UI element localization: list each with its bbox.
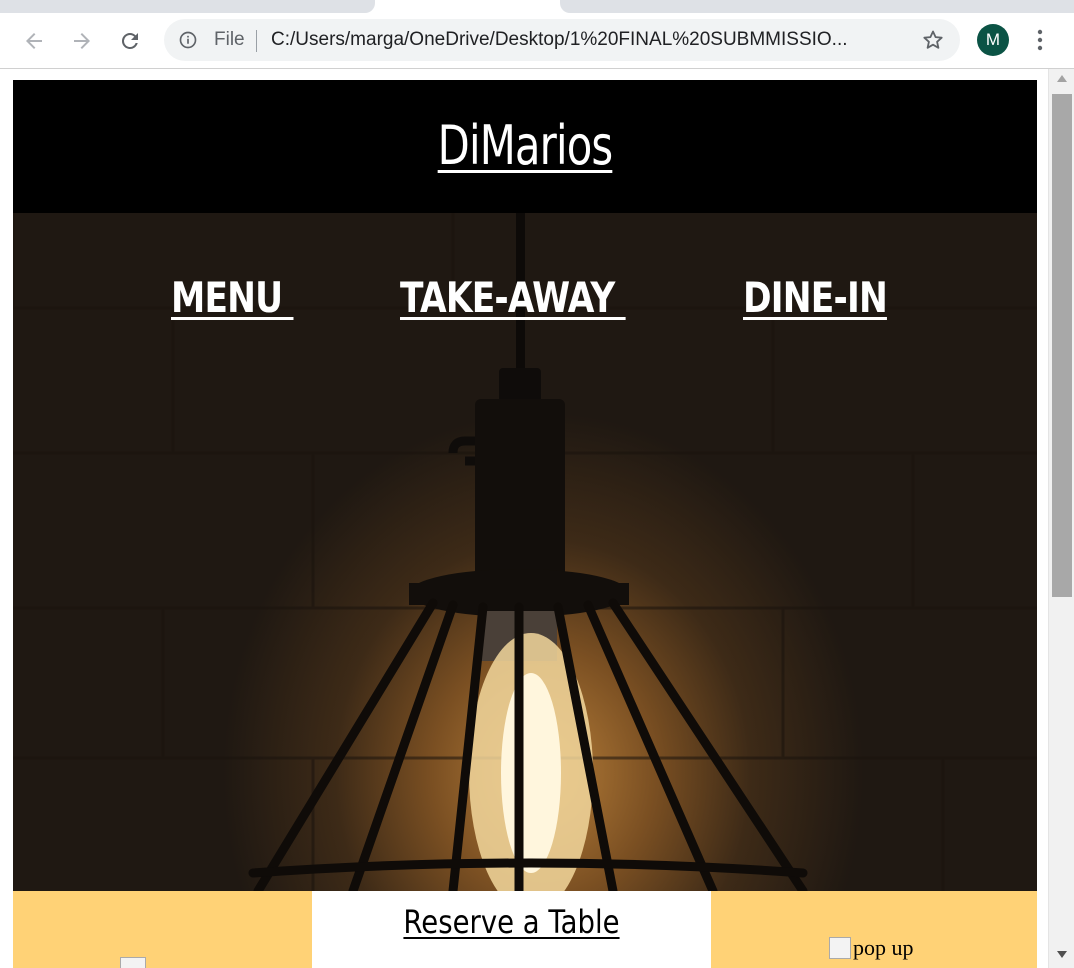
site-header: DiMarios: [13, 80, 1037, 213]
tab-edge-right: [560, 0, 572, 13]
address-separator: [256, 30, 257, 52]
scroll-thumb[interactable]: [1052, 94, 1072, 597]
page-viewport: DiMarios MENU TAKE-AWAY DINE-IN Reserve …: [0, 69, 1048, 968]
nav-link-menu[interactable]: MENU: [171, 273, 293, 322]
popup-image[interactable]: pop up: [829, 935, 914, 961]
tab-edge-left: [363, 0, 375, 13]
forward-button[interactable]: [66, 25, 98, 57]
url-text[interactable]: C:/Users/marga/OneDrive/Desktop/1%20FINA…: [271, 29, 891, 51]
nav-link-dine-in[interactable]: DINE-IN: [743, 273, 888, 322]
browser-toolbar: File C:/Users/marga/OneDrive/Desktop/1%2…: [0, 13, 1074, 69]
star-icon[interactable]: [921, 28, 945, 52]
active-tab[interactable]: [375, 0, 560, 13]
reserve-table-link[interactable]: Reserve a Table: [340, 903, 683, 941]
site-title-link[interactable]: DiMarios: [85, 114, 966, 177]
tab-strip: [0, 0, 1074, 13]
info-icon[interactable]: [178, 30, 198, 50]
hero-banner: MENU TAKE-AWAY DINE-IN: [13, 213, 1037, 891]
back-arrow-icon: [26, 33, 42, 49]
nav-link-take-away[interactable]: TAKE-AWAY: [400, 273, 626, 322]
scroll-up-arrow-icon[interactable]: [1057, 75, 1067, 82]
scroll-down-arrow-icon[interactable]: [1057, 951, 1067, 958]
forward-arrow-icon: [74, 33, 90, 49]
kebab-menu-icon[interactable]: [1028, 25, 1052, 55]
popup-alt-text: pop up: [853, 935, 914, 960]
address-bar[interactable]: File C:/Users/marga/OneDrive/Desktop/1%2…: [164, 19, 960, 61]
broken-image-icon: [120, 957, 146, 968]
vertical-scrollbar[interactable]: [1048, 69, 1074, 968]
reload-button[interactable]: [114, 25, 146, 57]
back-button[interactable]: [18, 25, 50, 57]
broken-image-icon: [829, 937, 851, 959]
reload-icon: [121, 32, 138, 49]
file-scheme-label: File: [214, 29, 245, 50]
profile-avatar[interactable]: M: [977, 24, 1009, 56]
reserve-panel: Reserve a Table: [312, 891, 711, 968]
bottom-band: Reserve a Table pop up: [13, 891, 1037, 968]
